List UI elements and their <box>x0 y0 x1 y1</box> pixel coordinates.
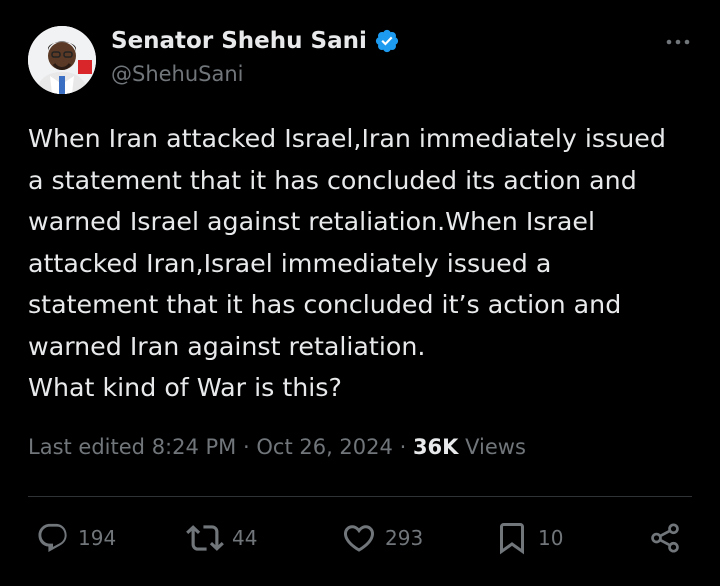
reply-count: 194 <box>78 526 117 550</box>
tweet-meta: Last edited 8:24 PM · Oct 26, 2024 · 36K… <box>28 435 526 459</box>
reply-icon <box>38 523 67 552</box>
meta-separator: · <box>399 435 407 459</box>
author-display-name[interactable]: Senator Shehu Sani <box>111 28 400 54</box>
share-icon <box>651 523 679 553</box>
edited-label[interactable]: Last edited <box>28 435 145 459</box>
tweet-detail: Senator Shehu Sani @ShehuSani When Iran … <box>0 0 720 586</box>
tweet-date[interactable]: Oct 26, 2024 <box>256 435 393 459</box>
heart-icon <box>343 525 375 552</box>
tweet-time[interactable]: 8:24 PM <box>152 435 237 459</box>
more-horizontal-icon[interactable] <box>664 34 692 50</box>
repost-count: 44 <box>232 526 258 550</box>
like-button[interactable]: 293 <box>341 514 423 562</box>
views-label: Views <box>465 435 526 459</box>
verified-badge-icon <box>375 29 398 53</box>
reply-button[interactable]: 194 <box>36 514 116 562</box>
avatar[interactable] <box>28 26 96 94</box>
author-name-text: Senator Shehu Sani <box>111 28 367 54</box>
repost-icon <box>186 525 224 551</box>
bookmark-icon <box>500 523 524 555</box>
action-bar: 194 44 293 10 <box>0 514 720 562</box>
bookmark-count: 10 <box>538 526 564 550</box>
views-count: 36K <box>412 435 459 459</box>
author-handle[interactable]: @ShehuSani <box>111 62 244 86</box>
like-count: 293 <box>385 526 424 550</box>
bookmark-button[interactable]: 10 <box>494 514 563 562</box>
share-button[interactable] <box>648 514 682 562</box>
meta-separator: · <box>243 435 250 459</box>
tweet-text: When Iran attacked Israel,Iran immediate… <box>28 124 666 402</box>
divider <box>28 496 692 497</box>
repost-button[interactable]: 44 <box>186 514 257 562</box>
